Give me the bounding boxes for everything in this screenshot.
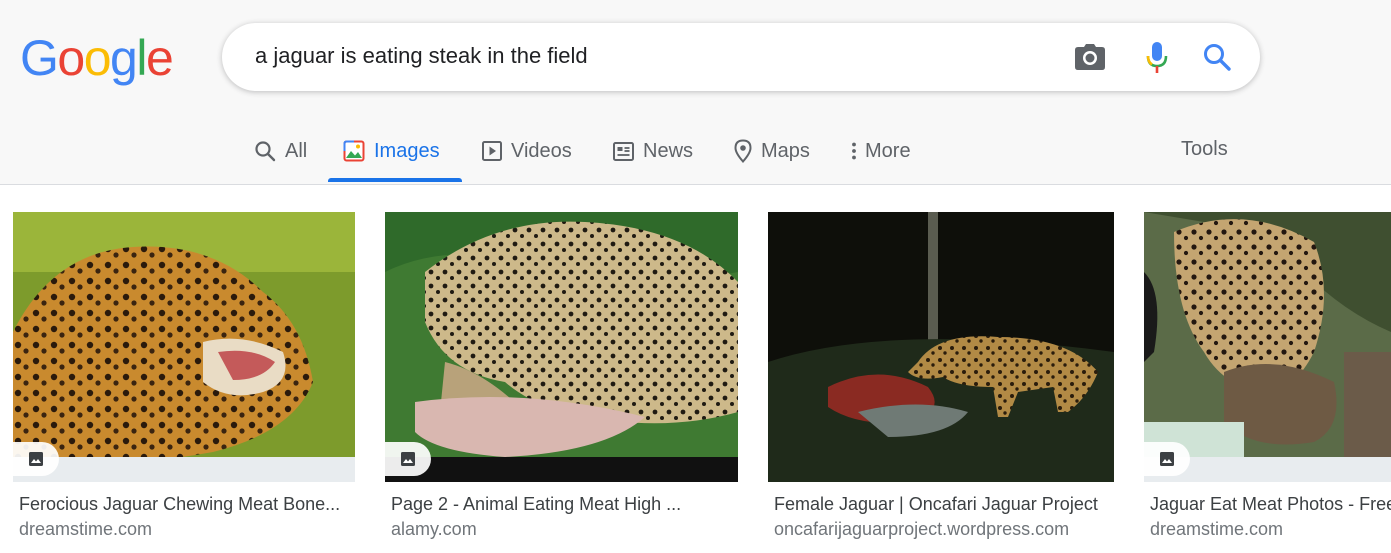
logo-letter: g xyxy=(110,30,138,86)
result-title[interactable]: Female Jaguar | Oncafari Jaguar Project xyxy=(768,494,1114,515)
tab-label: More xyxy=(865,139,911,162)
search-icon[interactable] xyxy=(1202,42,1232,77)
logo-letter: l xyxy=(136,30,147,86)
result-thumbnail[interactable] xyxy=(385,212,738,482)
map-pin-icon xyxy=(734,139,752,163)
tab-more[interactable]: More xyxy=(850,120,911,182)
tab-label: Images xyxy=(374,139,440,162)
image-badge xyxy=(1144,442,1190,476)
result-domain: oncafarijaguarproject.wordpress.com xyxy=(774,519,1070,539)
result-domain: dreamstime.com xyxy=(1150,519,1284,539)
google-logo[interactable]: Google xyxy=(20,28,174,88)
microphone-icon[interactable] xyxy=(1146,41,1168,80)
search-box[interactable]: a jaguar is eating steak in the field xyxy=(222,23,1260,91)
tab-label: Videos xyxy=(511,139,572,162)
play-icon xyxy=(482,141,502,161)
result-domain: dreamstime.com xyxy=(19,519,153,539)
logo-letter: e xyxy=(145,30,174,86)
logo-letter: o xyxy=(57,30,85,86)
search-icon xyxy=(255,141,276,162)
search-tabs: All Images Videos News Maps More Tools xyxy=(0,120,1391,184)
result-thumbnail[interactable] xyxy=(768,212,1114,482)
active-tab-indicator xyxy=(328,178,462,182)
image-icon xyxy=(1160,452,1174,466)
tools-button[interactable]: Tools xyxy=(1181,138,1228,161)
newspaper-icon xyxy=(613,141,634,161)
result-thumbnail[interactable] xyxy=(13,212,355,482)
result-domain: alamy.com xyxy=(391,519,477,539)
tab-maps[interactable]: Maps xyxy=(734,120,810,182)
image-badge xyxy=(385,442,431,476)
image-badge xyxy=(13,442,59,476)
tab-label: All xyxy=(285,139,308,162)
tab-videos[interactable]: Videos xyxy=(482,120,572,182)
more-vert-icon xyxy=(852,142,856,160)
image-icon xyxy=(343,140,365,162)
image-result[interactable]: Page 2 - Animal Eating Meat High ... ala… xyxy=(385,212,738,540)
camera-icon[interactable] xyxy=(1074,43,1106,76)
result-title[interactable]: Page 2 - Animal Eating Meat High ... xyxy=(385,494,738,515)
tab-label: Maps xyxy=(761,139,810,162)
search-input[interactable]: a jaguar is eating steak in the field xyxy=(255,43,588,69)
tab-label: News xyxy=(643,139,694,162)
image-icon xyxy=(29,452,43,466)
result-title[interactable]: Ferocious Jaguar Chewing Meat Bone... xyxy=(13,494,355,515)
result-thumbnail[interactable] xyxy=(1144,212,1391,482)
image-result[interactable]: Female Jaguar | Oncafari Jaguar Project … xyxy=(768,212,1114,540)
logo-letter: o xyxy=(83,30,112,86)
image-icon xyxy=(401,452,415,466)
result-title[interactable]: Jaguar Eat Meat Photos - Free xyxy=(1144,494,1391,515)
tab-news[interactable]: News xyxy=(613,120,693,182)
tab-images[interactable]: Images xyxy=(343,120,440,182)
tab-all[interactable]: All xyxy=(254,120,307,182)
image-result[interactable]: Jaguar Eat Meat Photos - Free dreamstime… xyxy=(1144,212,1391,540)
logo-letter: G xyxy=(20,30,59,86)
image-result[interactable]: Ferocious Jaguar Chewing Meat Bone... dr… xyxy=(13,212,355,540)
